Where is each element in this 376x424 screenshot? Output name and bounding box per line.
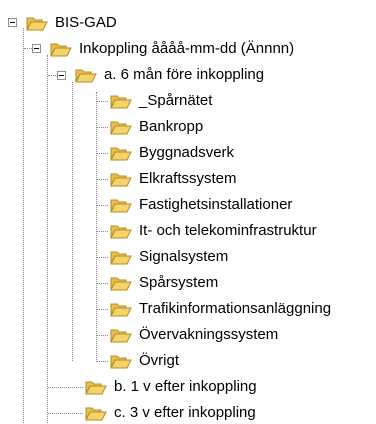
tree-node-label: Trafikinformationsanläggning xyxy=(139,300,332,317)
tree-line xyxy=(96,92,97,362)
tree-node-overvakningssystem[interactable]: Övervakningssystem xyxy=(110,324,280,346)
tree-line xyxy=(47,55,48,423)
tree-node-fastighetsinstallationer[interactable]: Fastighetsinstallationer xyxy=(110,194,294,216)
tree-node-label: Signalsystem xyxy=(139,248,229,265)
tree-node-label: Elkraftssystem xyxy=(139,170,237,187)
tree-line xyxy=(96,231,108,232)
open-folder-icon xyxy=(85,381,107,395)
open-folder-icon xyxy=(110,173,132,187)
tree-node-label: c. 3 v efter inkoppling xyxy=(114,404,256,421)
tree-line xyxy=(96,127,108,128)
open-folder-icon xyxy=(110,329,132,343)
tree-node-trafikinformation[interactable]: Trafikinformationsanläggning xyxy=(110,298,333,320)
open-folder-icon xyxy=(110,95,132,109)
tree-line xyxy=(48,387,83,388)
tree-node-sparnatet[interactable]: _Spårnätet xyxy=(110,90,214,112)
open-folder-icon xyxy=(50,43,72,57)
tree-line xyxy=(96,205,108,206)
open-folder-icon xyxy=(85,407,107,421)
open-folder-icon xyxy=(75,69,97,83)
folder-tree: BIS-GAD Inkoppling åååå-mm-dd (Ännnn) a.… xyxy=(0,0,376,423)
tree-node-label: Övrigt xyxy=(139,352,180,369)
tree-line xyxy=(48,413,83,414)
tree-node-elkraftssystem[interactable]: Elkraftssystem xyxy=(110,168,239,190)
tree-line xyxy=(72,82,73,361)
tree-node-ovrigt[interactable]: Övrigt xyxy=(110,350,181,372)
open-folder-icon xyxy=(26,17,48,31)
open-folder-icon xyxy=(110,303,132,317)
tree-line xyxy=(96,283,108,284)
open-folder-icon xyxy=(110,251,132,265)
tree-line xyxy=(96,361,108,362)
tree-line xyxy=(96,101,108,102)
tree-line xyxy=(96,179,108,180)
collapse-toggle[interactable] xyxy=(8,18,17,27)
tree-node-byggnadsverk[interactable]: Byggnadsverk xyxy=(110,142,236,164)
tree-node-label: b. 1 v efter inkoppling xyxy=(114,378,257,395)
tree-node-label: _Spårnätet xyxy=(139,92,213,109)
tree-node-label: Övervakningssystem xyxy=(139,326,279,343)
open-folder-icon xyxy=(110,199,132,213)
tree-node-label: Spårsystem xyxy=(139,274,219,291)
tree-node-label: Fastighetsinstallationer xyxy=(139,196,293,213)
open-folder-icon xyxy=(110,121,132,135)
tree-node-inkoppling[interactable]: Inkoppling åååå-mm-dd (Ännnn) xyxy=(50,38,296,60)
tree-line xyxy=(96,153,108,154)
tree-node-label: It- och telekominfrastruktur xyxy=(139,222,317,239)
tree-line xyxy=(96,309,108,310)
tree-node-label: Byggnadsverk xyxy=(139,144,235,161)
tree-line xyxy=(96,257,108,258)
open-folder-icon xyxy=(110,355,132,369)
collapse-toggle[interactable] xyxy=(57,71,66,80)
collapse-toggle[interactable] xyxy=(32,44,41,53)
tree-node-signalsystem[interactable]: Signalsystem xyxy=(110,246,230,268)
open-folder-icon xyxy=(110,277,132,291)
tree-node-b[interactable]: b. 1 v efter inkoppling xyxy=(85,376,259,398)
tree-node-a[interactable]: a. 6 mån före inkoppling xyxy=(75,64,266,86)
tree-node-c[interactable]: c. 3 v efter inkoppling xyxy=(85,402,258,424)
tree-line xyxy=(96,335,108,336)
tree-line xyxy=(23,28,24,423)
tree-node-label: Bankropp xyxy=(139,118,204,135)
tree-node-it-telekom[interactable]: It- och telekominfrastruktur xyxy=(110,220,319,242)
open-folder-icon xyxy=(110,147,132,161)
tree-node-label: a. 6 mån före inkoppling xyxy=(104,66,265,83)
tree-node-root[interactable]: BIS-GAD xyxy=(26,12,119,34)
open-folder-icon xyxy=(110,225,132,239)
tree-node-sparsystem[interactable]: Spårsystem xyxy=(110,272,220,294)
tree-node-label: BIS-GAD xyxy=(55,14,117,31)
tree-node-label: Inkoppling åååå-mm-dd (Ännnn) xyxy=(79,40,295,57)
tree-node-bankropp[interactable]: Bankropp xyxy=(110,116,205,138)
